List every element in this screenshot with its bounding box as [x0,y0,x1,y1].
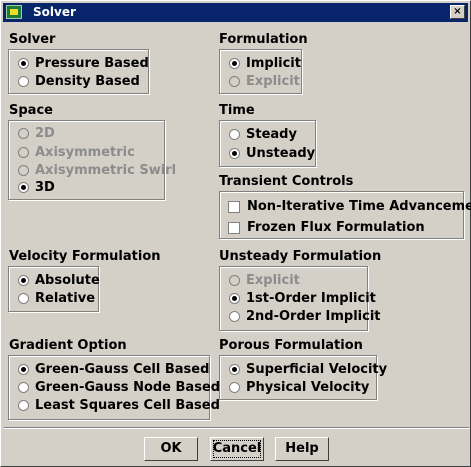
radio-button [18,165,29,176]
radio-button[interactable] [18,364,29,375]
option-label: Axisymmetric Swirl [35,163,177,178]
cancel-button[interactable]: Cancel [210,437,264,461]
radio-dot [232,151,237,156]
option-label: Physical Velocity [246,380,370,395]
porous-formulation-section-title: Porous Formulation [219,338,363,353]
radio-button[interactable] [229,293,240,304]
option-label: Green-Gauss Node Based [35,380,221,395]
radio-button[interactable] [18,400,29,411]
radio-button [18,128,29,139]
radio-button[interactable] [229,129,240,140]
option-label: 2D [35,126,55,141]
option-label: Relative [35,291,96,306]
option-label: Non-Iterative Time Advancement [247,199,471,214]
radio-button[interactable] [229,382,240,393]
window-title: Solver [33,5,76,19]
radio-button[interactable] [18,58,29,69]
button-separator [4,427,469,429]
radio-dot [232,367,237,372]
space-section-title: Space [9,103,53,118]
radio-button[interactable] [18,182,29,193]
time-group: Steady Unsteady [219,120,316,167]
option-label: Unsteady [246,146,316,161]
option-label: Density Based [35,74,140,89]
radio-dot [21,278,26,283]
checkbox[interactable] [228,201,240,213]
formulation-group: Implicit Explicit [219,49,302,94]
velocity-formulation-section-title: Velocity Formulation [9,249,161,264]
radio-button [229,275,240,286]
title-bar[interactable]: Solver × [3,3,468,22]
option-label: Superficial Velocity [246,362,388,377]
unsteady-formulation-group: Explicit 1st-Order Implicit 2nd-Order Im… [219,266,381,331]
time-section-title: Time [219,103,255,118]
solver-section-title: Solver [9,32,56,47]
radio-button[interactable] [18,76,29,87]
unsteady-formulation-section-title: Unsteady Formulation [219,249,382,264]
radio-button [18,147,29,158]
radio-button[interactable] [229,148,240,159]
solver-dialog: Solver × Solver Pressure Based Density B… [0,0,471,467]
radio-dot [232,61,237,66]
option-label: 2nd-Order Implicit [246,309,381,324]
option-label: 3D [35,180,55,195]
radio-dot [21,61,26,66]
radio-dot [21,367,26,372]
formulation-section-title: Formulation [219,32,308,47]
option-label: Green-Gauss Cell Based [35,362,210,377]
radio-button[interactable] [18,382,29,393]
option-label: Frozen Flux Formulation [247,220,425,235]
space-group: 2D Axisymmetric Axisymmetric Swirl 3D [8,120,176,200]
radio-button[interactable] [229,311,240,322]
app-icon [6,5,22,19]
transient-controls-section-title: Transient Controls [219,174,354,189]
option-label: Least Squares Cell Based [35,398,220,413]
solver-group: Pressure Based Density Based [8,49,149,94]
option-label: Axisymmetric [35,145,135,160]
option-label: Pressure Based [35,56,149,71]
gradient-option-section-title: Gradient Option [9,338,127,353]
radio-dot [232,296,237,301]
transient-controls-group: Non-Iterative Time Advancement Frozen Fl… [219,191,471,239]
radio-button[interactable] [18,275,29,286]
close-button[interactable]: × [450,5,465,19]
velocity-formulation-group: Absolute Relative [8,266,100,312]
radio-button[interactable] [18,293,29,304]
option-label: 1st-Order Implicit [246,291,376,306]
gradient-option-group: Green-Gauss Cell Based Green-Gauss Node … [8,355,220,420]
radio-button[interactable] [229,364,240,375]
help-button[interactable]: Help [275,437,329,461]
option-label: Implicit [246,56,301,71]
option-label: Steady [246,127,297,142]
option-label: Absolute [35,273,100,288]
radio-dot [21,185,26,190]
radio-button[interactable] [229,58,240,69]
checkbox[interactable] [228,222,240,234]
option-label: Explicit [246,273,300,288]
option-label: Explicit [246,74,300,89]
porous-formulation-group: Superficial Velocity Physical Velocity [219,355,387,400]
radio-button [229,76,240,87]
ok-button[interactable]: OK [144,437,198,461]
